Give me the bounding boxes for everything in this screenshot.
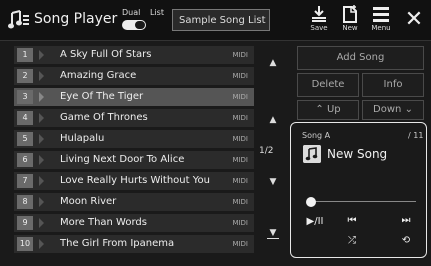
chevron-down-icon: ⌄ [404, 104, 413, 115]
up-label: Up [326, 104, 341, 115]
play-icon[interactable] [39, 71, 44, 81]
song-number: 6 [17, 153, 33, 167]
song-row[interactable]: 4 Game Of Thrones MIDI [14, 109, 254, 127]
song-row[interactable]: 6 Living Next Door To Alice MIDI [14, 151, 254, 169]
save-icon [312, 6, 326, 22]
page-down-icon[interactable]: ▼ [263, 228, 283, 238]
dual-list-toggle[interactable] [122, 20, 146, 30]
new-label: New [342, 24, 358, 32]
song-number: 2 [17, 69, 33, 83]
play-icon[interactable] [39, 176, 44, 186]
song-type-badge: MIDI [232, 72, 248, 80]
song-player-icon [8, 10, 29, 29]
song-type-badge: MIDI [232, 240, 248, 248]
page-down-bar [267, 238, 279, 239]
player-song-title: New Song [327, 147, 388, 161]
song-type-badge: MIDI [232, 135, 248, 143]
play-icon[interactable] [39, 134, 44, 144]
play-icon[interactable] [39, 218, 44, 228]
song-title: Love Really Hurts Without You [60, 175, 210, 186]
play-icon[interactable] [39, 92, 44, 102]
menu-label: Menu [371, 24, 391, 32]
page-up-icon[interactable]: ▲ [263, 58, 283, 68]
song-number: 7 [17, 174, 33, 188]
song-title: Amazing Grace [60, 70, 137, 81]
song-type-badge: MIDI [232, 219, 248, 227]
page-indicator: 1/2 [259, 146, 274, 156]
music-note-icon [303, 145, 321, 163]
play-icon[interactable] [39, 113, 44, 123]
progress-slider-knob[interactable] [306, 197, 316, 207]
previous-icon[interactable]: ⏮ [341, 215, 363, 226]
song-type-badge: MIDI [232, 156, 248, 164]
close-button[interactable]: ✕ [402, 8, 426, 32]
song-title: A Sky Full Of Stars [60, 49, 152, 60]
new-button[interactable]: New [335, 5, 365, 38]
scroll-up-icon[interactable]: ▲ [263, 115, 283, 125]
song-title: The Girl From Ipanema [60, 238, 175, 249]
progress-track[interactable] [312, 201, 416, 202]
song-row[interactable]: 9 More Than Words MIDI [14, 214, 254, 232]
new-file-icon [343, 5, 357, 23]
song-title: Game Of Thrones [60, 112, 148, 123]
song-title: Moon River [60, 196, 117, 207]
move-down-button[interactable]: Down ⌄ [362, 100, 424, 120]
song-row[interactable]: 8 Moon River MIDI [14, 193, 254, 211]
song-title: More Than Words [60, 217, 147, 228]
song-row[interactable]: 7 Love Really Hurts Without You MIDI [14, 172, 254, 190]
toggle-knob [135, 21, 145, 29]
dual-label: Dual [122, 8, 141, 17]
scroll-down-icon[interactable]: ▼ [263, 177, 283, 187]
save-label: Save [310, 24, 328, 32]
song-row[interactable]: 2 Amazing Grace MIDI [14, 67, 254, 85]
info-button[interactable]: Info [362, 73, 424, 97]
song-type-badge: MIDI [232, 93, 248, 101]
play-icon[interactable] [39, 50, 44, 60]
save-button[interactable]: Save [304, 5, 334, 38]
player-song-count: / 11 [408, 131, 424, 140]
chevron-up-icon: ⌃ [315, 104, 324, 115]
song-type-badge: MIDI [232, 177, 248, 185]
song-title: Eye Of The Tiger [60, 91, 144, 102]
song-list: 1 A Sky Full Of Stars MIDI 2 Amazing Grace MI… [14, 46, 254, 256]
app-title: Song Player [34, 11, 118, 27]
song-row[interactable]: 3 Eye Of The Tiger MIDI [14, 88, 254, 106]
song-number: 10 [17, 237, 33, 251]
song-row[interactable]: 10 The Girl From Ipanema MIDI [14, 235, 254, 253]
add-song-button[interactable]: Add Song [297, 46, 424, 70]
song-number: 4 [17, 111, 33, 125]
song-row[interactable]: 1 A Sky Full Of Stars MIDI [14, 46, 254, 64]
next-icon[interactable]: ⏭ [395, 215, 417, 226]
song-title: Hulapalu [60, 133, 105, 144]
move-up-button[interactable]: ⌃ Up [297, 100, 359, 120]
menu-icon [373, 7, 389, 22]
song-number: 3 [17, 90, 33, 104]
play-icon[interactable] [39, 239, 44, 249]
song-row[interactable]: 5 Hulapalu MIDI [14, 130, 254, 148]
down-label: Down [373, 104, 402, 115]
shuffle-icon[interactable]: ⤮ [341, 235, 363, 246]
delete-button[interactable]: Delete [297, 73, 359, 97]
song-number: 9 [17, 216, 33, 230]
song-type-badge: MIDI [232, 51, 248, 59]
song-type-badge: MIDI [232, 198, 248, 206]
song-type-badge: MIDI [232, 114, 248, 122]
menu-button[interactable]: Menu [366, 5, 396, 38]
play-icon[interactable] [39, 155, 44, 165]
player-song-slot-label: Song A [302, 131, 331, 140]
play-icon[interactable] [39, 197, 44, 207]
song-title: Living Next Door To Alice [60, 154, 185, 165]
song-number: 1 [17, 48, 33, 62]
song-list-name-field[interactable]: Sample Song List [172, 9, 270, 31]
list-label: List [150, 8, 164, 17]
song-number: 8 [17, 195, 33, 209]
repeat-icon[interactable]: ⟲ [395, 235, 417, 246]
play-pause-button[interactable]: ▶/II [302, 216, 328, 227]
song-number: 5 [17, 132, 33, 146]
